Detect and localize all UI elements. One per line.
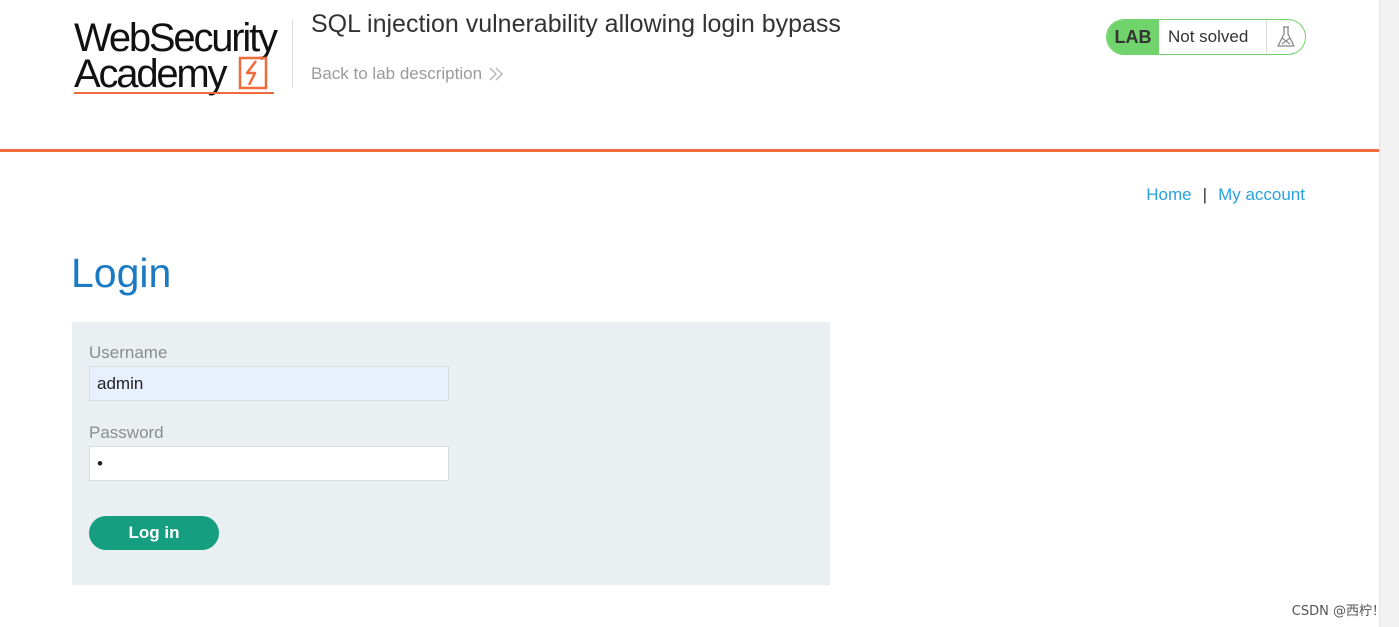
password-input[interactable] xyxy=(89,446,449,481)
username-input[interactable] xyxy=(89,366,449,401)
login-form: Username Password Log in xyxy=(72,322,830,585)
lab-header: WebSecurity Academy SQL injection vulner… xyxy=(0,0,1380,150)
lab-title: SQL injection vulnerability allowing log… xyxy=(311,10,841,38)
lab-state: Not solved xyxy=(1159,20,1267,54)
header-orange-rule xyxy=(0,149,1380,152)
double-chevron-right-icon xyxy=(489,67,504,81)
back-to-lab-description-link[interactable]: Back to lab description xyxy=(311,64,504,84)
lab-badge: LAB xyxy=(1107,20,1159,54)
logo-bolt-icon xyxy=(238,56,268,90)
web-security-academy-logo[interactable]: WebSecurity Academy xyxy=(74,18,292,98)
password-label: Password xyxy=(89,423,164,442)
nav-my-account-link[interactable]: My account xyxy=(1218,185,1305,205)
nav-home-link[interactable]: Home xyxy=(1146,185,1191,205)
watermark: CSDN @西柠！ xyxy=(1291,604,1385,619)
logo-underline xyxy=(74,92,274,94)
top-nav: Home | My account xyxy=(1146,185,1305,205)
page-title: Login xyxy=(71,250,172,296)
header-divider xyxy=(292,20,293,88)
log-in-button[interactable]: Log in xyxy=(89,516,219,550)
vertical-scrollbar[interactable] xyxy=(1379,0,1399,627)
username-label: Username xyxy=(89,343,168,362)
logo-line2: Academy xyxy=(74,52,228,96)
nav-separator: | xyxy=(1202,185,1208,204)
back-link-label: Back to lab description xyxy=(311,64,483,83)
flask-icon xyxy=(1267,20,1305,54)
lab-status-widget: LAB Not solved xyxy=(1106,19,1306,55)
